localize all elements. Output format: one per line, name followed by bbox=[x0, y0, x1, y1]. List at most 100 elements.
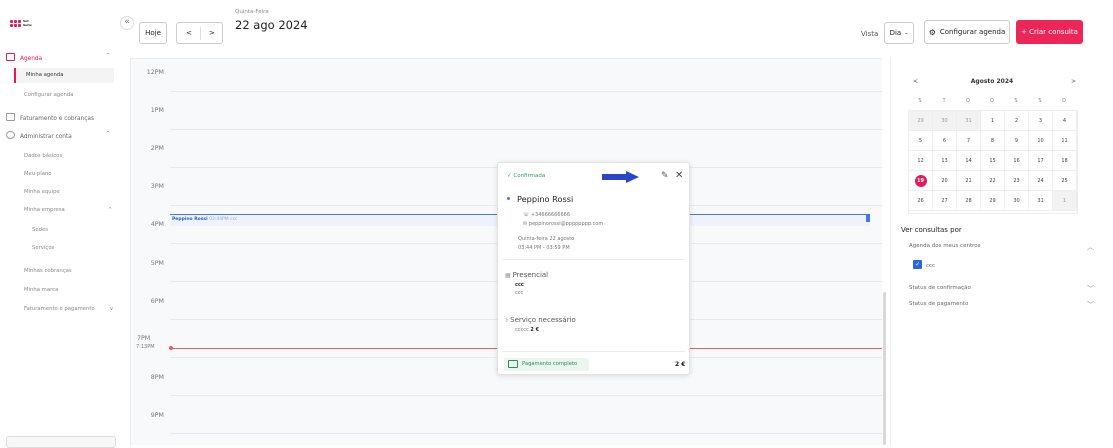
status-badge: ✓ Confirmada bbox=[507, 173, 546, 179]
mini-calendar-day[interactable]: 22 bbox=[981, 171, 1005, 191]
mini-calendar-day[interactable]: 1 bbox=[981, 111, 1005, 131]
mini-calendar-day[interactable]: 6 bbox=[933, 131, 957, 151]
sidebar-item-minha-marca[interactable]: Minha marca bbox=[24, 287, 58, 293]
mini-calendar-day[interactable]: 28 bbox=[957, 191, 981, 211]
chevron-down-icon: ⌄ bbox=[904, 30, 909, 36]
prev-day-button[interactable]: < bbox=[186, 29, 192, 37]
mini-calendar-day[interactable]: 16 bbox=[1005, 151, 1029, 171]
mini-calendar-day[interactable]: 21 bbox=[957, 171, 981, 191]
calendar-scrollbar[interactable] bbox=[883, 292, 886, 445]
mini-calendar-day[interactable]: 3 bbox=[1029, 111, 1053, 131]
mini-calendar-title: Agosto 2024 bbox=[970, 78, 1014, 85]
create-appointment-button[interactable]: + Criar consulta bbox=[1016, 20, 1083, 44]
mini-calendar-day[interactable]: 4 bbox=[1053, 111, 1077, 131]
sidebar-item-configurar-agenda[interactable]: Configurar agenda bbox=[24, 92, 73, 98]
service-item: ccccc 2 € bbox=[515, 327, 540, 333]
mini-calendar-day[interactable]: 7 bbox=[957, 131, 981, 151]
hour-label: 3PM bbox=[150, 183, 164, 190]
next-day-button[interactable]: > bbox=[209, 29, 215, 37]
sidebar-item-administrar[interactable]: Administrar conta ^ bbox=[6, 131, 110, 140]
mini-calendar-day[interactable]: 1 bbox=[1053, 191, 1077, 211]
collapse-sidebar-button[interactable]: « bbox=[120, 16, 134, 30]
client-name[interactable]: Peppino Rossi bbox=[507, 194, 573, 204]
mini-calendar-day[interactable]: 5 bbox=[909, 131, 933, 151]
mini-calendar-day[interactable]: 9 bbox=[1005, 131, 1029, 151]
sidebar-footer-card[interactable] bbox=[6, 436, 116, 448]
hour-label: 4PM bbox=[150, 221, 164, 228]
sidebar-item-sedes[interactable]: Sedes bbox=[32, 227, 48, 233]
mini-calendar-day[interactable]: 29 bbox=[981, 191, 1005, 211]
mini-calendar-day[interactable]: 18 bbox=[1053, 151, 1077, 171]
mini-calendar-day[interactable]: 31 bbox=[957, 111, 981, 131]
bookmark-icon[interactable] bbox=[866, 215, 870, 222]
mini-calendar-day[interactable]: 26 bbox=[909, 191, 933, 211]
current-time-dot bbox=[169, 346, 173, 350]
current-time-label: 7:13PM bbox=[136, 344, 155, 350]
hour-label: 8PM bbox=[150, 374, 164, 381]
brand-logo[interactable]: Vet Suite bbox=[10, 19, 32, 27]
sidebar-item-minha-agenda[interactable]: Minha agenda bbox=[14, 68, 114, 83]
next-month-button[interactable]: > bbox=[1071, 78, 1076, 85]
gear-icon: ⚙ bbox=[928, 27, 936, 37]
mini-calendar-day[interactable]: 27 bbox=[933, 191, 957, 211]
sidebar-item-agenda[interactable]: Agenda ^ bbox=[6, 53, 110, 62]
chevron-down-icon: ﹀ bbox=[1087, 301, 1094, 309]
settings-icon bbox=[6, 131, 15, 139]
close-icon[interactable]: ✕ bbox=[675, 170, 683, 181]
sidebar-item-meu-plano[interactable]: Meu plano bbox=[24, 171, 52, 177]
configure-agenda-button[interactable]: ⚙ Configurar agenda bbox=[924, 20, 1010, 44]
edit-pencil-icon[interactable]: ✎ bbox=[661, 171, 669, 181]
mini-calendar-day[interactable]: 30 bbox=[1005, 191, 1029, 211]
mini-calendar-day[interactable]: 11 bbox=[1053, 131, 1077, 151]
mini-calendar-day[interactable]: 17 bbox=[1029, 151, 1053, 171]
mini-calendar-day[interactable]: 23 bbox=[1005, 171, 1029, 191]
location-section: ▦ Presencial bbox=[505, 271, 549, 279]
filter-centers[interactable]: Agenda dos meus centros ︿ bbox=[909, 243, 1099, 251]
mini-calendar-day[interactable]: 31 bbox=[1029, 191, 1053, 211]
mini-calendar-day[interactable]: 13 bbox=[933, 151, 957, 171]
mini-calendar-day[interactable]: 30 bbox=[933, 111, 957, 131]
filter-payment-status[interactable]: Status de pagamento ﹀ bbox=[909, 301, 1099, 309]
client-email: ✉ peppinorossi@pppppppp.com bbox=[523, 221, 604, 227]
mini-calendar-day[interactable]: 2 bbox=[1005, 111, 1029, 131]
mini-calendar-day[interactable]: 29 bbox=[909, 111, 933, 131]
client-phone: ☏ +34666666666 bbox=[523, 212, 571, 218]
sidebar-item-minha-empresa[interactable]: Minha empresa ^ bbox=[24, 207, 112, 213]
payment-icon bbox=[508, 360, 518, 368]
mini-calendar-grid: 29 30 31 1 2 3 4 5 6 7 8 9 10 11 12 13 14 15 16 17 18 19 20 21 2… bbox=[908, 110, 1078, 214]
sidebar-item-faturamento[interactable]: Faturamento e cobranças bbox=[6, 113, 94, 122]
filters-title: Ver consultas por bbox=[901, 226, 962, 234]
hour-label: 12PM bbox=[146, 69, 164, 76]
sidebar-item-servicos[interactable]: Serviços bbox=[32, 245, 54, 251]
hour-label: 6PM bbox=[150, 298, 164, 305]
mini-calendar-day[interactable]: 8 bbox=[981, 131, 1005, 151]
view-select[interactable]: Dia ⌄ bbox=[884, 22, 914, 44]
today-button[interactable]: Hoje bbox=[139, 22, 167, 44]
billing-icon bbox=[6, 113, 15, 121]
mini-calendar-day[interactable]: 24 bbox=[1029, 171, 1053, 191]
date-nav: < > bbox=[176, 22, 223, 44]
building-icon: ▦ bbox=[505, 272, 513, 279]
mini-calendar-day[interactable]: 19 bbox=[909, 171, 933, 191]
sidebar-item-faturamento-pagamento[interactable]: Faturamento e pagamento v bbox=[24, 306, 113, 312]
center-checkbox[interactable]: ✓ bbox=[913, 260, 922, 269]
mini-calendar-day[interactable]: 10 bbox=[1029, 131, 1053, 151]
appointment-time: 03:44 PM - 03:59 PM bbox=[518, 245, 570, 251]
sidebar-item-minhas-cobrancas[interactable]: Minhas cobranças bbox=[24, 268, 72, 274]
filter-confirmation-status[interactable]: Status de confirmação ﹀ bbox=[909, 285, 1099, 293]
service-section: ⚕ Serviço necessário bbox=[505, 316, 576, 324]
sidebar-item-minha-equipe[interactable]: Minha equipe bbox=[24, 189, 60, 195]
location-sub: ccc bbox=[515, 290, 524, 296]
payment-amount: 2 € bbox=[675, 361, 686, 368]
prev-month-button[interactable]: < bbox=[913, 78, 918, 85]
hour-label: 9PM bbox=[150, 412, 164, 419]
sidebar-item-dados-basicos[interactable]: Dados básicos bbox=[24, 153, 62, 159]
mini-calendar-day[interactable]: 20 bbox=[933, 171, 957, 191]
mini-calendar-day[interactable]: 15 bbox=[981, 151, 1005, 171]
right-panel: < Agosto 2024 > S T Q Q S S D 29 30 31 1 2 3 4… bbox=[890, 58, 1113, 445]
chevron-down-icon: ﹀ bbox=[1087, 285, 1094, 293]
current-date: 22 ago 2024 bbox=[235, 18, 308, 32]
mini-calendar-day[interactable]: 25 bbox=[1053, 171, 1077, 191]
mini-calendar-day[interactable]: 12 bbox=[909, 151, 933, 171]
mini-calendar-day[interactable]: 14 bbox=[957, 151, 981, 171]
